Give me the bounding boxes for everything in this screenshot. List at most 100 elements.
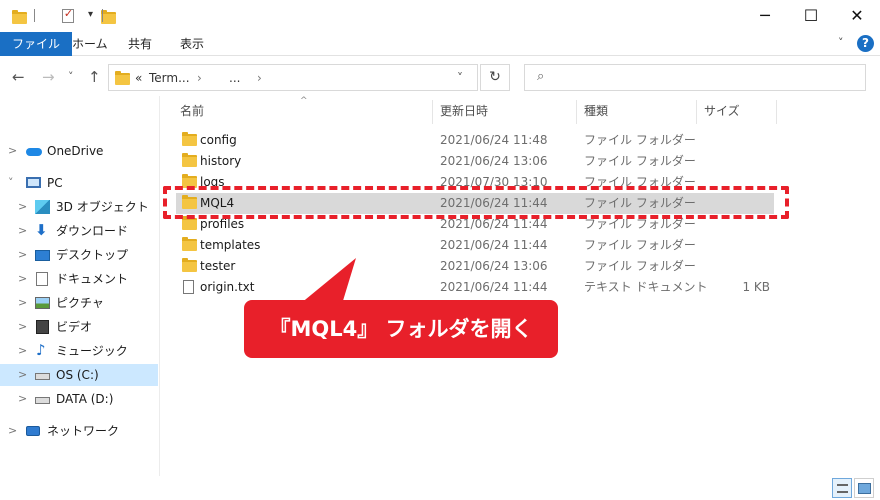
drive-icon [35,397,50,404]
nav-item-videos[interactable]: > ビデオ [0,316,158,338]
breadcrumb-current[interactable]: ... [229,71,240,85]
tab-share[interactable]: 共有 [116,32,164,56]
file-date: 2021/06/24 13:06 [440,259,548,273]
desktop-icon [35,250,50,261]
computer-icon [26,177,41,188]
nav-item-label: ネットワーク [47,424,120,438]
file-list: ^ 名前 更新日時 種類 サイズ config 2021/06/24 11:48… [162,96,880,476]
close-button[interactable]: ✕ [834,0,880,32]
nav-item-3d-objects[interactable]: > 3D オブジェクト [0,196,158,218]
nav-item-music[interactable]: > ♪ ミュージック [0,340,158,362]
file-name: origin.txt [200,280,255,294]
quick-access-dropdown-icon[interactable]: ▾ [88,9,93,20]
nav-item-label: ビデオ [56,320,93,334]
collapse-chevron-icon[interactable]: ˅ [8,172,14,194]
column-header-date[interactable]: 更新日時 [440,104,488,126]
file-type: ファイル フォルダー [584,259,696,273]
file-row-history[interactable]: history 2021/06/24 13:06 ファイル フォルダー [176,151,774,172]
nav-item-downloads[interactable]: > ⬇ ダウンロード [0,220,158,242]
details-view-button[interactable] [832,478,852,498]
file-name: config [200,133,237,147]
expand-chevron-icon[interactable]: > [18,196,27,218]
expand-chevron-icon[interactable]: > [18,388,27,410]
large-icons-view-button[interactable] [854,478,874,498]
nav-item-network[interactable]: > ネットワーク [0,420,158,442]
nav-item-label: DATA (D:) [56,392,114,406]
expand-chevron-icon[interactable]: > [8,420,17,442]
separator [102,9,103,22]
expand-chevron-icon[interactable]: > [18,316,27,338]
nav-item-os-c[interactable]: > OS (C:) [0,364,158,386]
address-dropdown-icon[interactable]: ˅ [457,71,463,85]
expand-chevron-icon[interactable]: > [18,292,27,314]
column-divider[interactable] [576,100,577,124]
list-view-icon [837,484,848,493]
column-divider[interactable] [696,100,697,124]
breadcrumb-overflow[interactable]: « [135,71,142,85]
up-button[interactable]: ↑ [88,68,101,86]
expand-chevron-icon[interactable]: > [8,140,17,162]
column-header-name[interactable]: 名前 [180,104,204,126]
expand-chevron-icon[interactable]: > [18,244,27,266]
file-date: 2021/06/24 13:06 [440,154,548,168]
search-input[interactable]: ⌕ [524,64,866,91]
nav-item-pc[interactable]: ˅ PC [0,172,158,194]
nav-item-label: ダウンロード [56,224,129,238]
column-header-type[interactable]: 種類 [584,104,608,126]
expand-chevron-icon[interactable]: > [18,340,27,362]
nav-item-documents[interactable]: > ドキュメント [0,268,158,290]
tab-view[interactable]: 表示 [168,32,216,56]
folder-icon [182,258,197,272]
file-size: 1 KB [742,280,770,294]
refresh-button[interactable]: ↻ [480,64,510,91]
folder-icon [115,71,130,85]
back-button[interactable]: ← [12,68,25,86]
minimize-button[interactable]: ─ [742,0,788,32]
file-date: 2021/06/24 11:48 [440,133,548,147]
breadcrumb-separator-icon[interactable]: › [257,71,262,85]
forward-button[interactable]: → [42,68,55,86]
file-date: 2021/06/24 11:44 [440,238,548,252]
folder-icon [182,216,197,230]
column-divider[interactable] [432,100,433,124]
maximize-button[interactable]: ☐ [788,0,834,32]
expand-chevron-icon[interactable]: > [18,268,27,290]
help-icon[interactable]: ? [857,35,874,52]
nav-item-data-d[interactable]: > DATA (D:) [0,388,158,410]
picture-icon [35,297,50,309]
ribbon-tabs: ファイル ホーム 共有 表示 ˅ ? [0,32,880,56]
address-bar[interactable]: « Term... › ... › ˅ [108,64,478,91]
expand-chevron-icon[interactable]: > [18,220,27,242]
nav-item-label: ミュージック [56,344,128,358]
ribbon-expand-icon[interactable]: ˅ [838,36,844,49]
folder-icon [182,132,197,146]
nav-item-pictures[interactable]: > ピクチャ [0,292,158,314]
file-type: テキスト ドキュメント [584,280,708,294]
network-icon [26,426,40,436]
breadcrumb-separator-icon[interactable]: › [197,71,202,85]
expand-chevron-icon[interactable]: > [18,364,27,386]
file-date: 2021/06/24 11:44 [440,280,548,294]
navigation-pane: > OneDrive ˅ PC > 3D オブジェクト > ⬇ ダウンロード >… [0,96,160,476]
breadcrumb-terminal[interactable]: Term... [149,71,190,85]
tab-home[interactable]: ホーム [60,32,120,56]
nav-item-desktop[interactable]: > デスクトップ [0,244,158,266]
drive-icon [35,373,50,380]
file-type: ファイル フォルダー [584,133,696,147]
recent-locations-icon[interactable]: ˅ [68,70,74,83]
nav-item-label: ドキュメント [56,272,129,286]
column-header-size[interactable]: サイズ [704,104,740,126]
file-row-origin-txt[interactable]: origin.txt 2021/06/24 11:44 テキスト ドキュメント … [176,277,774,298]
file-row-tester[interactable]: tester 2021/06/24 13:06 ファイル フォルダー [176,256,774,277]
video-icon [36,320,49,334]
file-name: tester [200,259,236,273]
nav-item-onedrive[interactable]: > OneDrive [0,140,158,162]
column-divider[interactable] [776,100,777,124]
file-row-templates[interactable]: templates 2021/06/24 11:44 ファイル フォルダー [176,235,774,256]
file-row-config[interactable]: config 2021/06/24 11:48 ファイル フォルダー [176,130,774,151]
nav-item-label: ピクチャ [56,296,104,310]
nav-item-label: PC [47,176,63,190]
properties-icon[interactable] [61,7,74,23]
annotation-callout: 『MQL4』 フォルダを開く [244,300,558,358]
file-name: templates [200,238,261,252]
